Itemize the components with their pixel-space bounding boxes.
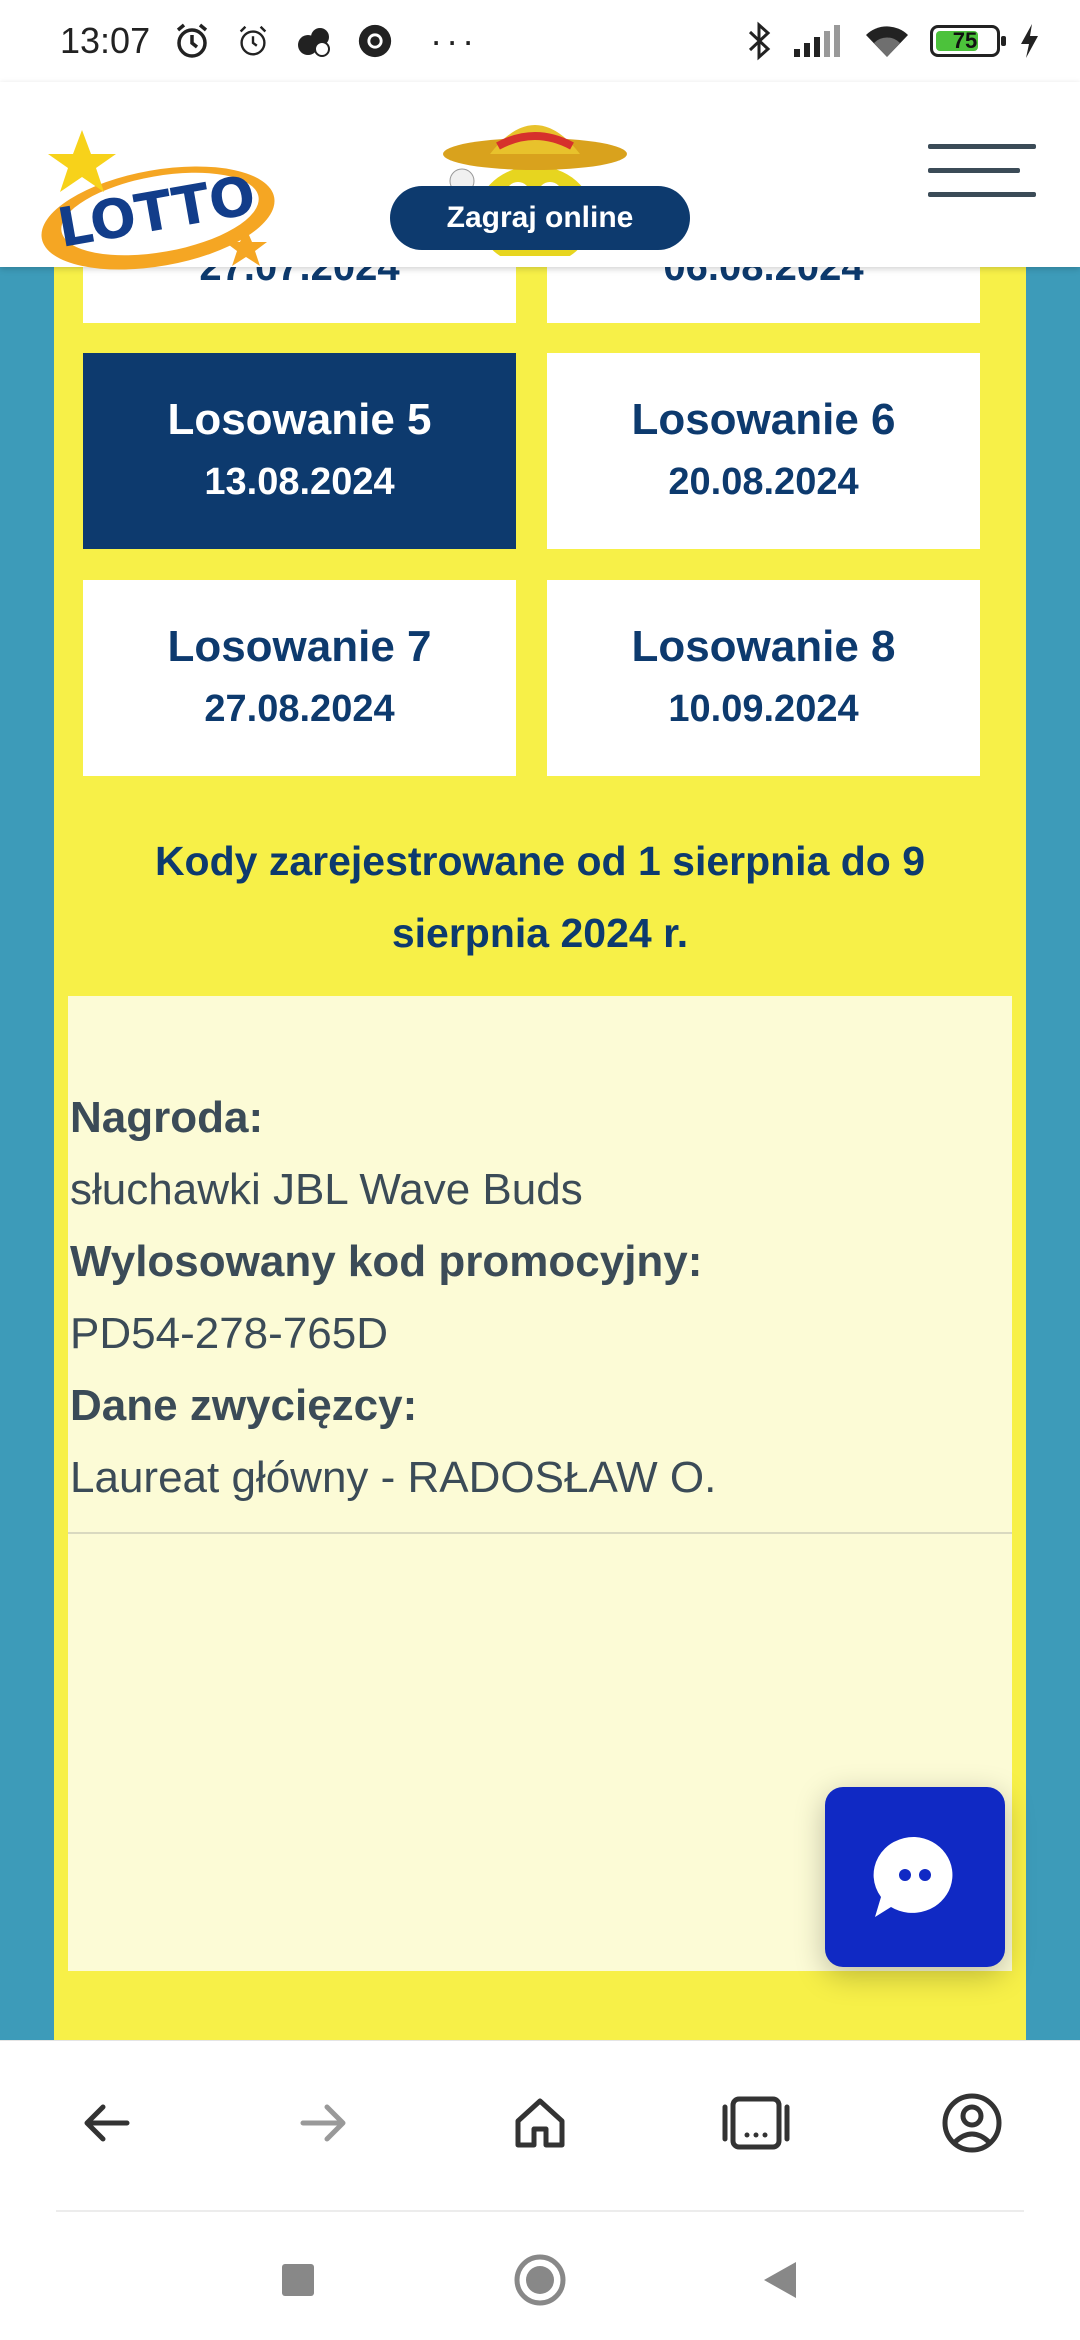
partial-card-date: 27.07.2024: [199, 267, 400, 289]
draw-name: Losowanie 5: [167, 395, 432, 444]
result-divider: [68, 1532, 1012, 1534]
code-label: Wylosowany kod promocyjny:: [70, 1237, 703, 1286]
alarm-icon: [172, 21, 212, 61]
charging-icon: [1018, 22, 1040, 60]
result-content: Nagroda: słuchawki JBL Wave Buds Wylosow…: [70, 1082, 1000, 1514]
draw-name: Losowanie 6: [631, 395, 896, 444]
battery-icon: 75: [930, 25, 1006, 57]
draw-name: Losowanie 7: [167, 622, 432, 671]
prize-value: słuchawki JBL Wave Buds: [70, 1165, 583, 1214]
forward-arrow-icon[interactable]: [283, 2083, 363, 2163]
more-notifications-icon: ···: [430, 20, 479, 61]
play-online-button[interactable]: Zagraj online: [390, 186, 690, 250]
signal-icon: [792, 23, 844, 59]
draw-card-6[interactable]: Losowanie 6 20.08.2024: [547, 353, 980, 549]
draw-card-5[interactable]: Losowanie 5 13.08.2024: [83, 353, 516, 549]
winner-value: Laureat główny - RADOSŁAW O.: [70, 1453, 717, 1502]
draw-date: 20.08.2024: [668, 461, 859, 503]
draw-date: 10.09.2024: [668, 688, 859, 730]
code-value: PD54-278-765D: [70, 1309, 388, 1358]
draw-date: 27.08.2024: [204, 688, 395, 730]
status-time: 13:07: [60, 20, 151, 61]
draw-date: 13.08.2024: [204, 461, 395, 503]
home-icon[interactable]: [500, 2083, 580, 2163]
chrome-icon: [356, 22, 394, 60]
lotto-logo[interactable]: LOTTO: [36, 130, 286, 270]
partial-draw-card-left[interactable]: 27.07.2024: [83, 267, 516, 323]
draw-name: Losowanie 8: [631, 622, 896, 671]
winner-label: Dane zwycięzcy:: [70, 1381, 418, 1430]
app-notification-icon: [294, 21, 334, 61]
partial-card-date: 06.08.2024: [663, 267, 864, 289]
draw-card-7[interactable]: Losowanie 7 27.08.2024: [83, 580, 516, 776]
draw-card-8[interactable]: Losowanie 8 10.09.2024: [547, 580, 980, 776]
back-arrow-icon[interactable]: [67, 2083, 147, 2163]
home-circle-icon[interactable]: [510, 2250, 570, 2310]
tabs-icon[interactable]: [716, 2083, 796, 2163]
system-navigation-bar: [0, 2212, 1080, 2340]
prize-label: Nagroda:: [70, 1093, 264, 1142]
alarm-outline-icon: [234, 22, 272, 60]
hamburger-menu-icon[interactable]: [928, 140, 1036, 200]
codes-heading: Kody zarejestrowane od 1 sierpnia do 9 s…: [154, 838, 926, 956]
account-icon[interactable]: [932, 2083, 1012, 2163]
battery-level: 75: [952, 28, 978, 53]
chat-button[interactable]: [825, 1787, 1005, 1967]
browser-toolbar: [0, 2040, 1080, 2210]
status-bar: 13:07 ··· 75: [0, 0, 1080, 82]
back-triangle-icon[interactable]: [750, 2250, 810, 2310]
recents-square-icon[interactable]: [268, 2250, 328, 2310]
chat-bubble-icon: [873, 1836, 953, 1917]
wifi-icon: [862, 21, 912, 61]
partial-draw-card-right[interactable]: 06.08.2024: [547, 267, 980, 323]
bluetooth-icon: [744, 21, 774, 61]
